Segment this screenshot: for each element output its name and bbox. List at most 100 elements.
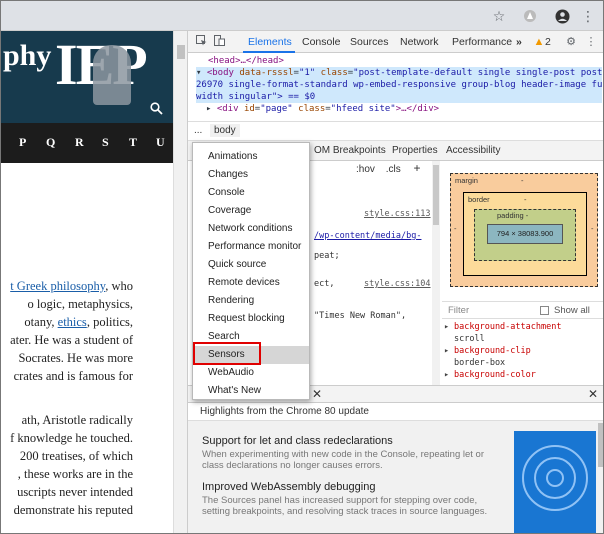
dom-node-body[interactable]: ▾ <body data-rsssl="1" class="post-templ… — [196, 67, 602, 79]
tab-sources[interactable]: Sources — [350, 36, 389, 48]
dom-attr-name: id — [243, 104, 255, 114]
whats-new-title: Support for let and class redeclarations — [202, 435, 393, 447]
tab-accessibility[interactable]: Accessibility — [446, 145, 500, 156]
menu-item-rendering[interactable]: Rendering — [193, 292, 309, 310]
menu-item-what-s-new[interactable]: What's New — [193, 382, 309, 400]
article-text-segment: , these works are in the — [17, 467, 133, 481]
whats-new-title: Improved WebAssembly debugging — [202, 481, 376, 493]
dom-attr-value: "1" — [298, 68, 316, 78]
web-page: phy IEP P Q R S T U t Greek philosophy, … — [1, 31, 173, 533]
dom-node-head[interactable]: <head>…</head> — [196, 55, 602, 67]
menu-icon[interactable]: ⋮ — [579, 7, 597, 25]
menu-item-quick-source[interactable]: Quick source — [193, 256, 309, 274]
tab-console[interactable]: Console — [302, 36, 341, 48]
article-text-segment: uscripts never intended — [17, 485, 133, 499]
extension-icon[interactable] — [521, 7, 539, 25]
device-toolbar-icon[interactable] — [212, 35, 226, 49]
box-model-margin[interactable]: margin - - - border - padding - 794 × 38… — [450, 173, 598, 287]
style-source-link[interactable]: style.css:104 — [364, 279, 431, 289]
dom-node-div-page[interactable]: ▸ <div id="page" class="hfeed site">…</d… — [196, 103, 602, 115]
article-text-segment: Socrates. He was more — [18, 351, 133, 365]
computed-property[interactable]: background-color — [442, 369, 603, 381]
box-model-padding[interactable]: padding - 794 × 38083.900 — [474, 209, 576, 261]
whats-new-scrollbar[interactable] — [596, 421, 603, 533]
dom-div-end: >…</div> — [395, 104, 440, 114]
menu-item-animations[interactable]: Animations — [193, 148, 309, 166]
box-model-diagram: margin - - - border - padding - 794 × 38… — [444, 167, 602, 295]
computed-property[interactable]: background-attachment — [442, 321, 603, 333]
close-drawer-icon[interactable]: ✕ — [588, 387, 598, 401]
article-text-segment: demonstrate his reputed — [13, 503, 133, 517]
devtools-menu-icon[interactable]: ⋮ — [584, 35, 598, 49]
letter-link[interactable]: U — [156, 135, 165, 150]
style-rule-text: ect, — [314, 279, 335, 289]
alphabet-nav: P Q R S T U — [1, 123, 173, 163]
dom-node-body-cont: width singular"> == $0 — [196, 91, 602, 103]
article-text: t Greek philosophy, who o logic, metaphys… — [1, 277, 137, 519]
box-model-border[interactable]: border - padding - 794 × 38083.900 — [463, 192, 587, 276]
tab-elements[interactable]: Elements — [248, 36, 292, 48]
dom-attr-value: "hfeed site" — [330, 104, 396, 114]
breadcrumb: ... body — [188, 121, 603, 141]
dom-attr-value: "post-template-default single single-pos… — [353, 68, 602, 78]
settings-icon[interactable]: ⚙ — [564, 35, 578, 49]
whats-new-heading: Highlights from the Chrome 80 update — [188, 403, 603, 421]
computed-property[interactable]: background-clip — [442, 345, 603, 357]
scrollbar-thumb[interactable] — [598, 423, 603, 467]
whats-new-item[interactable]: Improved WebAssembly debugging The Sourc… — [202, 481, 502, 517]
style-url[interactable]: /wp-content/media/bg- — [314, 231, 421, 241]
inspect-element-icon[interactable] — [194, 35, 208, 49]
article-text-segment: f knowledge he touched. — [10, 431, 133, 445]
breadcrumb-body[interactable]: body — [210, 124, 240, 137]
tab-performance[interactable]: Performance — [452, 36, 512, 48]
menu-item-console[interactable]: Console — [193, 184, 309, 202]
letter-link[interactable]: R — [75, 135, 84, 150]
menu-item-request-blocking[interactable]: Request blocking — [193, 310, 309, 328]
site-banner: phy IEP — [1, 31, 173, 123]
warning-count[interactable]: 2 — [545, 36, 551, 48]
whats-new-desc: When experimenting with new code in the … — [202, 449, 484, 471]
article-link[interactable]: t Greek philosophy — [10, 279, 105, 293]
article-line: , these works are in the — [1, 465, 137, 483]
scrollbar-thumb[interactable] — [177, 45, 185, 59]
menu-item-performance-monitor[interactable]: Performance monitor — [193, 238, 309, 256]
search-icon[interactable] — [139, 93, 173, 123]
letter-link[interactable]: T — [129, 135, 137, 150]
star-icon[interactable]: ☆ — [490, 7, 508, 25]
menu-item-coverage[interactable]: Coverage — [193, 202, 309, 220]
computed-value: scroll — [454, 334, 485, 344]
warning-icon[interactable]: ▲ — [532, 35, 546, 49]
whats-new-item[interactable]: Support for let and class redeclarations… — [202, 435, 502, 471]
scrollbar-thumb[interactable] — [433, 165, 439, 225]
account-icon[interactable] — [553, 7, 571, 25]
letter-link[interactable]: Q — [46, 135, 55, 150]
styles-scrollbar[interactable] — [432, 161, 440, 385]
dom-head-text: <head>…</head> — [208, 56, 284, 66]
article-line: demonstrate his reputed — [1, 501, 137, 519]
menu-item-changes[interactable]: Changes — [193, 166, 309, 184]
close-drawer-tab-icon[interactable]: ✕ — [312, 387, 322, 401]
letter-link[interactable]: S — [102, 135, 109, 150]
computed-filter-bar: Filter Show all — [442, 301, 603, 319]
article-line: o logic, metaphysics, — [1, 295, 137, 313]
article-link[interactable]: ethics — [58, 315, 87, 329]
box-model-content[interactable]: 794 × 38083.900 — [487, 224, 563, 244]
more-tabs-button[interactable]: » — [516, 36, 522, 48]
article-line: t Greek philosophy, who — [1, 277, 137, 295]
menu-item-webaudio[interactable]: WebAudio — [193, 364, 309, 382]
style-source-link[interactable]: style.css:113 — [364, 209, 431, 219]
show-all-label: Show all — [554, 305, 590, 316]
menu-item-remote-devices[interactable]: Remote devices — [193, 274, 309, 292]
page-scrollbar[interactable] — [173, 31, 187, 533]
sensors-highlight-box — [193, 342, 261, 365]
tab-properties[interactable]: Properties — [392, 145, 438, 156]
computed-filter-input[interactable]: Filter — [448, 305, 469, 316]
article-line: crates and is famous for — [1, 367, 137, 385]
letter-link[interactable]: P — [19, 135, 26, 150]
tab-dom-breakpoints[interactable]: OM Breakpoints — [314, 145, 386, 156]
show-all-checkbox[interactable] — [540, 306, 549, 315]
menu-item-network-conditions[interactable]: Network conditions — [193, 220, 309, 238]
tab-network[interactable]: Network — [400, 36, 439, 48]
breadcrumb-more[interactable]: ... — [194, 125, 202, 136]
article-line: ath, Aristotle radically — [1, 411, 137, 429]
